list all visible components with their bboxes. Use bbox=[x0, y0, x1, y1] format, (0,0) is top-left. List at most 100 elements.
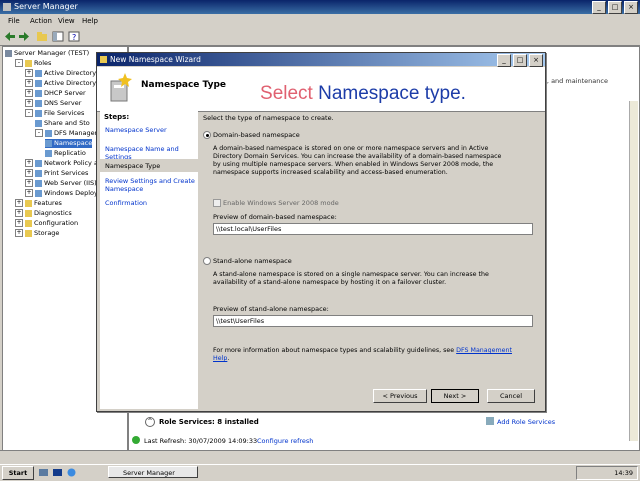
expand-icon[interactable]: + bbox=[15, 219, 23, 227]
expand-icon[interactable]: + bbox=[25, 169, 33, 177]
expand-icon[interactable]: + bbox=[15, 199, 23, 207]
collapse-icon[interactable]: ^ bbox=[145, 417, 155, 427]
content-scrollbar[interactable] bbox=[629, 101, 638, 441]
collapse-icon[interactable]: - bbox=[35, 129, 43, 137]
tree-node-icon bbox=[25, 219, 32, 227]
caption-namespace-type: Namespace type. bbox=[318, 83, 466, 104]
caption-overlay: Select Namespace type. bbox=[238, 80, 488, 108]
standalone-radio[interactable] bbox=[203, 257, 211, 265]
expand-icon[interactable]: + bbox=[25, 89, 33, 97]
expand-icon[interactable]: + bbox=[15, 209, 23, 217]
add-role-services-icon bbox=[486, 417, 494, 425]
tree-node-label: Share and Sto bbox=[44, 119, 90, 127]
tree-node[interactable]: Namespace bbox=[45, 139, 93, 148]
tree-node-label: Configuration bbox=[34, 219, 79, 227]
tree-node-icon bbox=[35, 119, 42, 127]
tree-node[interactable]: Server Manager (TEST) bbox=[5, 49, 89, 58]
standalone-preview-label: Preview of stand-alone namespace: bbox=[213, 305, 329, 313]
wizard-icon bbox=[100, 56, 107, 63]
tree-node[interactable]: - Roles bbox=[15, 59, 51, 68]
expand-icon[interactable]: + bbox=[25, 69, 33, 77]
wizard-page-title: Namespace Type bbox=[141, 80, 227, 90]
step-namespace-server: Namespace Server bbox=[105, 126, 167, 134]
tree-node-icon bbox=[25, 209, 32, 217]
back-arrow-icon[interactable] bbox=[4, 31, 16, 42]
tree-node[interactable]: + Print Services bbox=[25, 169, 88, 178]
tree-node-label: Network Policy an bbox=[44, 159, 103, 167]
expand-icon[interactable]: + bbox=[15, 229, 23, 237]
up-folder-icon[interactable] bbox=[36, 31, 48, 42]
wizard-close-button[interactable]: × bbox=[529, 54, 543, 67]
tree-node-label: Active Directory D bbox=[44, 79, 104, 87]
server-manager-quicklaunch-icon[interactable] bbox=[38, 467, 49, 478]
maximize-button[interactable]: □ bbox=[608, 1, 622, 14]
expand-icon[interactable]: + bbox=[25, 189, 33, 197]
wizard-title-bar: New Namespace Wizard _ □ × bbox=[97, 53, 545, 67]
menu-help[interactable]: Help bbox=[82, 17, 98, 25]
tree-node-label: Roles bbox=[34, 59, 52, 67]
expand-icon[interactable]: + bbox=[25, 179, 33, 187]
tree-node[interactable]: + Active Directory C bbox=[25, 69, 103, 78]
tree-node-label: Features bbox=[34, 199, 62, 207]
more-info-text: For more information about namespace typ… bbox=[213, 347, 512, 362]
forward-arrow-icon[interactable] bbox=[18, 31, 30, 42]
powershell-icon[interactable] bbox=[52, 467, 63, 478]
start-button[interactable]: Start bbox=[2, 466, 34, 480]
collapse-icon[interactable]: - bbox=[15, 59, 23, 67]
cancel-button[interactable]: Cancel bbox=[487, 389, 535, 403]
internet-explorer-icon[interactable] bbox=[66, 467, 77, 478]
wizard-minimize-button[interactable]: _ bbox=[497, 54, 511, 67]
clock: 14:39 bbox=[614, 469, 633, 477]
standalone-option-label[interactable]: Stand-alone namespace bbox=[213, 257, 292, 265]
tree-node[interactable]: - DFS Manager bbox=[35, 129, 97, 138]
next-button[interactable]: Next > bbox=[431, 389, 479, 403]
expand-icon[interactable]: + bbox=[25, 79, 33, 87]
tree-node-icon bbox=[35, 99, 42, 107]
steps-heading: Steps: bbox=[104, 113, 130, 121]
help-icon[interactable]: ? bbox=[68, 31, 80, 42]
tree-node-icon bbox=[25, 199, 32, 207]
domain-radio[interactable] bbox=[203, 131, 211, 139]
tree-node-label: DNS Server bbox=[44, 99, 82, 107]
minimize-button[interactable]: _ bbox=[592, 1, 606, 14]
collapse-icon[interactable]: - bbox=[25, 109, 33, 117]
tree-node-icon bbox=[5, 49, 12, 57]
taskbar-server-manager-button[interactable]: Server Manager bbox=[108, 466, 198, 478]
add-role-services-link[interactable]: Add Role Services bbox=[497, 418, 555, 426]
tree-node-label: Namespace bbox=[54, 139, 93, 147]
menu-action[interactable]: Action bbox=[30, 17, 52, 25]
step-confirmation: Confirmation bbox=[105, 199, 148, 207]
menu-bar: File Action View Help bbox=[0, 14, 640, 29]
tree-node[interactable]: + Features bbox=[15, 199, 62, 208]
tree-node[interactable]: Share and Sto bbox=[35, 119, 90, 128]
close-button[interactable]: × bbox=[624, 1, 638, 14]
tree-node-icon bbox=[45, 139, 52, 147]
previous-button[interactable]: < Previous bbox=[373, 389, 427, 403]
w2008-mode-checkbox[interactable] bbox=[213, 199, 221, 207]
last-refresh-text: Last Refresh: 30/07/2009 14:09:33 bbox=[144, 437, 258, 445]
configure-refresh-link[interactable]: Configure refresh bbox=[257, 437, 313, 445]
tree-node[interactable]: + Web Server (IIS) bbox=[25, 179, 97, 188]
tree-node[interactable]: + Storage bbox=[15, 229, 59, 238]
wizard-maximize-button[interactable]: □ bbox=[513, 54, 527, 67]
step-namespace-type: Namespace Type bbox=[105, 162, 161, 170]
menu-view[interactable]: View bbox=[58, 17, 75, 25]
domain-option-label[interactable]: Domain-based namespace bbox=[213, 131, 300, 139]
expand-icon[interactable]: + bbox=[25, 159, 33, 167]
caption-word-select: Select bbox=[260, 83, 313, 104]
menu-file[interactable]: File bbox=[8, 17, 20, 25]
tree-node[interactable]: + Network Policy an bbox=[25, 159, 102, 168]
tree-node-label: File Services bbox=[44, 109, 85, 117]
tree-node[interactable]: + Diagnostics bbox=[15, 209, 72, 218]
tree-node[interactable]: + DNS Server bbox=[25, 99, 81, 108]
domain-preview-label: Preview of domain-based namespace: bbox=[213, 213, 337, 221]
expand-icon[interactable]: + bbox=[25, 99, 33, 107]
tree-node[interactable]: + Active Directory D bbox=[25, 79, 103, 88]
tree-node[interactable]: Replicatio bbox=[45, 149, 86, 158]
tree-node[interactable]: + Configuration bbox=[15, 219, 78, 228]
start-label: Start bbox=[8, 469, 28, 477]
server-manager-title-bar: Server Manager _ □ × bbox=[0, 0, 640, 14]
show-tree-icon[interactable] bbox=[52, 31, 64, 42]
tree-node[interactable]: - File Services bbox=[25, 109, 84, 118]
tree-node[interactable]: + DHCP Server bbox=[25, 89, 86, 98]
